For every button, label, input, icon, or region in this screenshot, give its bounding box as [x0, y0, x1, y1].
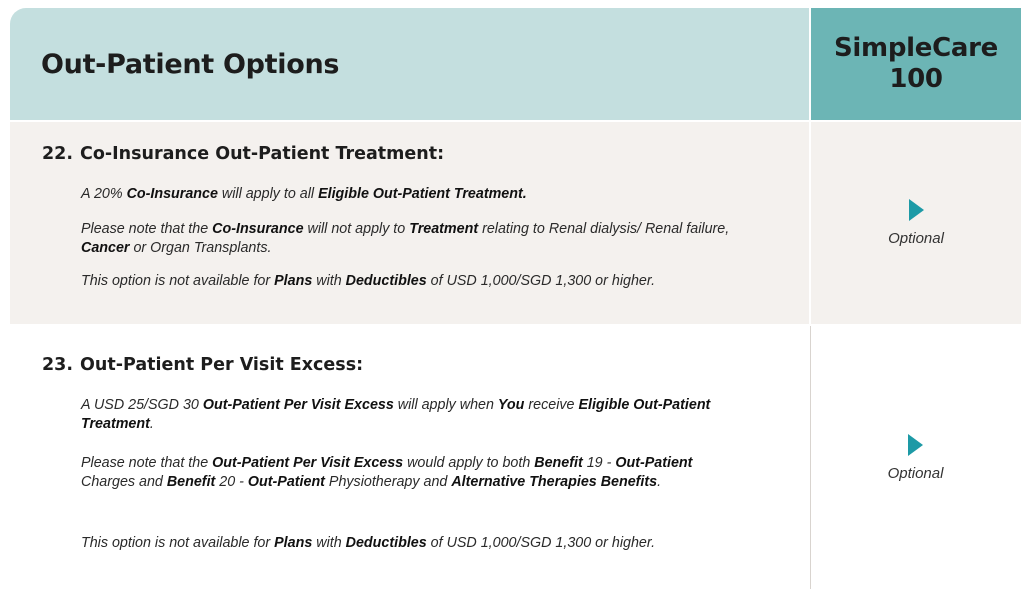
benefits-table: Out-Patient Options SimpleCare 100 22. Co…: [10, 8, 1021, 589]
paragraph: Please note that the Out-Patient Per Vis…: [81, 455, 693, 490]
paragraph: This option is not available for Plans w…: [81, 273, 656, 289]
paragraph: A 20% Co-Insurance will apply to all Eli…: [81, 186, 527, 202]
section-title: 22. Co-Insurance Out-Patient Treatment:: [42, 144, 445, 164]
paragraph: This option is not available for Plans w…: [81, 535, 656, 551]
status-label: Optional: [887, 464, 944, 482]
table-header-plan: SimpleCare 100: [811, 8, 1021, 120]
option-status-co-insurance: Optional: [811, 122, 1021, 324]
option-status-per-visit-excess: Optional: [810, 326, 1020, 589]
play-triangle-icon: [908, 433, 923, 456]
page-title: Out-Patient Options: [41, 48, 340, 80]
plan-number: 100: [889, 64, 943, 94]
paragraph: Please note that the Co-Insurance will n…: [81, 221, 730, 256]
play-triangle-icon: [908, 199, 924, 221]
plan-name: SimpleCare: [834, 33, 998, 63]
paragraph: A USD 25/SGD 30 Out-Patient Per Visit Ex…: [81, 397, 711, 432]
section-title: 23. Out-Patient Per Visit Excess:: [42, 355, 364, 375]
option-row-per-visit-excess: 23. Out-Patient Per Visit Excess: A USD 2…: [10, 326, 809, 589]
table-header-options: Out-Patient Options: [10, 8, 809, 120]
status-label: Optional: [888, 230, 944, 247]
option-row-co-insurance: 22. Co-Insurance Out-Patient Treatment: A…: [10, 122, 809, 324]
